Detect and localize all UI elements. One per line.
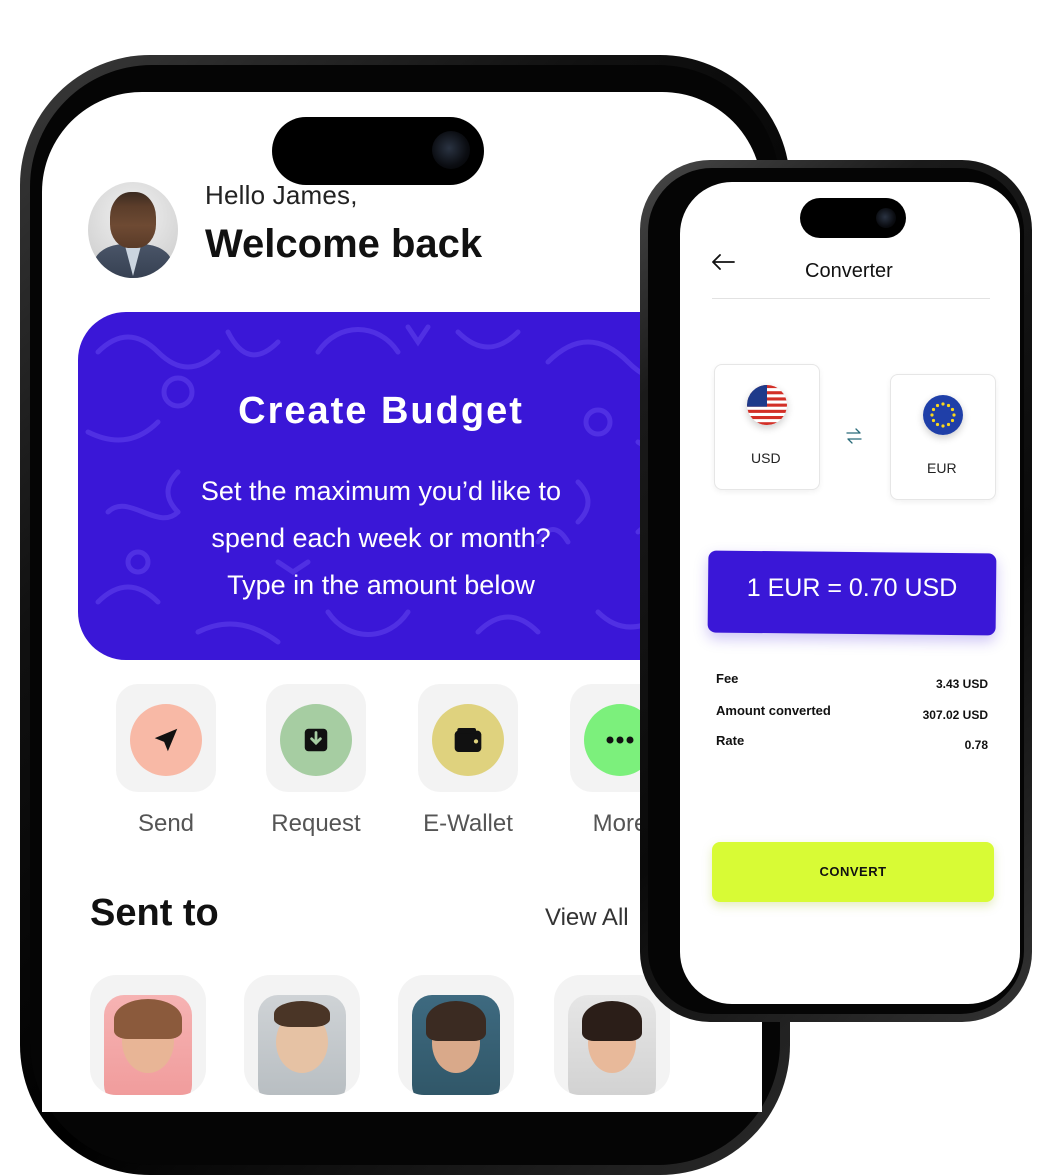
to-currency-card[interactable] <box>890 374 996 500</box>
request-label: Request <box>271 810 361 837</box>
send-icon <box>130 704 202 776</box>
amount-converted-label: Amount converted <box>716 703 831 718</box>
fee-value: 3.43 USD <box>935 677 988 691</box>
header-divider <box>712 298 990 299</box>
welcome-heading: Welcome back <box>205 222 483 266</box>
converter-title: Converter <box>805 260 893 282</box>
camera-icon <box>876 208 896 228</box>
from-currency-card[interactable] <box>714 364 820 490</box>
exchange-rate-text: 1 EUR = 0.70 USD <box>746 574 958 602</box>
us-flag-icon <box>747 385 787 425</box>
send-label: Send <box>137 810 195 837</box>
download-icon <box>280 704 352 776</box>
contact-photo <box>258 995 346 1095</box>
rate-value: 0.78 <box>964 738 988 752</box>
e-wallet-button[interactable] <box>418 684 518 792</box>
eu-flag-icon <box>923 395 963 435</box>
to-currency-label: EUR <box>927 460 957 476</box>
swap-icon[interactable] <box>844 426 864 451</box>
camera-icon <box>432 131 470 169</box>
contact-photo <box>568 995 656 1095</box>
from-currency-label: USD <box>751 450 781 466</box>
wallet-icon <box>432 704 504 776</box>
dynamic-island <box>800 198 906 238</box>
dynamic-island <box>272 117 484 185</box>
contact-card[interactable] <box>90 975 206 1095</box>
e-wallet-label: E-Wallet <box>423 810 513 837</box>
convert-button-label: CONVERT <box>819 864 887 879</box>
amount-converted-value: 307.02 USD <box>922 708 988 722</box>
rate-label: Rate <box>716 733 745 748</box>
send-button[interactable] <box>116 684 216 792</box>
contact-photo <box>104 995 192 1095</box>
request-button[interactable] <box>266 684 366 792</box>
sent-to-heading: Sent to <box>90 892 219 934</box>
contact-card[interactable] <box>398 975 514 1095</box>
greeting-text: Hello James, <box>205 180 358 210</box>
contact-card[interactable] <box>244 975 360 1095</box>
budget-description: Set the maximum you’d like to spend each… <box>200 476 562 600</box>
view-all-link[interactable]: View All <box>545 904 629 932</box>
budget-title: Create Budget <box>238 390 524 432</box>
contact-photo <box>412 995 500 1095</box>
avatar[interactable] <box>88 182 178 278</box>
back-arrow-icon[interactable] <box>710 252 736 277</box>
fee-label: Fee <box>716 671 739 686</box>
